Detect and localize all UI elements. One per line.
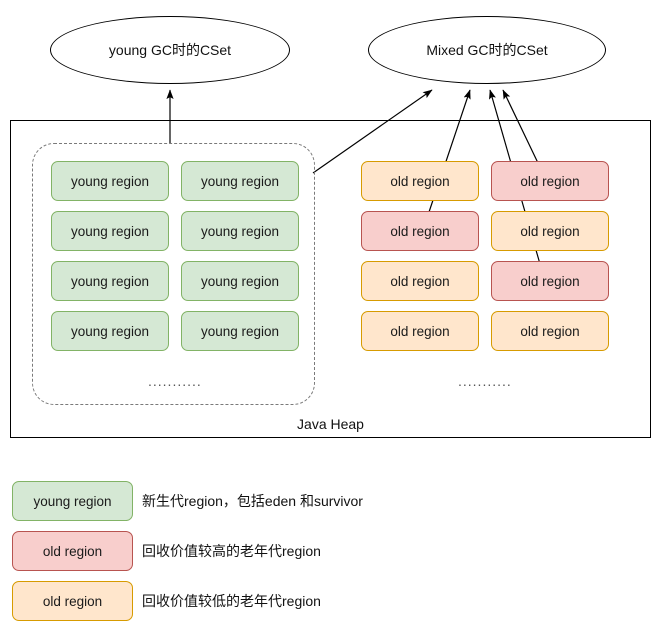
diagram-canvas: young GC时的CSet Mixed GC时的CSet Java Heap … [0,0,661,631]
region-label: young region [200,273,280,289]
young-region-r4c1: young region [51,311,169,351]
region-label: old region [520,173,580,189]
region-label: old region [390,223,450,239]
old-region-r3c2: old region [491,261,609,301]
region-label: old region [390,173,450,189]
young-group-ellipsis: ........... [148,373,202,389]
old-region-r2c2: old region [491,211,609,251]
region-label: young region [70,223,150,239]
legend-description-old-low: 回收价值较低的老年代region [142,593,321,609]
young-region-r3c1: young region [51,261,169,301]
legend-swatch-label: young region [33,493,112,509]
region-label: young region [70,323,150,339]
young-region-r1c2: young region [181,161,299,201]
legend-row-old-high: old region 回收价值较高的老年代region [12,531,652,581]
region-label: old region [520,323,580,339]
region-label: old region [390,273,450,289]
legend-swatch-label: old region [42,593,103,609]
mixed-gc-cset-node: Mixed GC时的CSet [368,16,606,84]
java-heap-label: Java Heap [297,416,364,432]
old-region-r1c1: old region [361,161,479,201]
old-region-r2c1: old region [361,211,479,251]
legend-description-young: 新生代region，包括eden 和survivor [142,493,363,509]
legend-row-old-low: old region 回收价值较低的老年代region [12,581,652,631]
old-region-r3c1: old region [361,261,479,301]
region-label: young region [70,173,150,189]
old-region-r4c1: old region [361,311,479,351]
legend-swatch-old-high: old region [12,531,133,571]
young-region-r2c2: young region [181,211,299,251]
young-gc-cset-label: young GC时的CSet [108,42,232,58]
legend-row-young: young region 新生代region，包括eden 和survivor [12,481,652,531]
legend-swatch-label: old region [42,543,103,559]
old-region-r4c2: old region [491,311,609,351]
region-label: young region [200,323,280,339]
region-label: old region [520,273,580,289]
region-label: young region [200,223,280,239]
legend-swatch-old-low: old region [12,581,133,621]
young-region-r2c1: young region [51,211,169,251]
legend-swatch-young: young region [12,481,133,521]
young-region-r1c1: young region [51,161,169,201]
mixed-gc-cset-label: Mixed GC时的CSet [426,42,548,58]
legend-description-old-high: 回收价值较高的老年代region [142,543,321,559]
young-gc-cset-node: young GC时的CSet [50,16,290,84]
legend: young region 新生代region，包括eden 和survivor … [12,481,652,631]
old-region-r1c2: old region [491,161,609,201]
young-region-r3c2: young region [181,261,299,301]
region-label: old region [390,323,450,339]
region-label: old region [520,223,580,239]
region-label: young region [70,273,150,289]
old-group-ellipsis: ........... [458,373,512,389]
region-label: young region [200,173,280,189]
young-region-r4c2: young region [181,311,299,351]
